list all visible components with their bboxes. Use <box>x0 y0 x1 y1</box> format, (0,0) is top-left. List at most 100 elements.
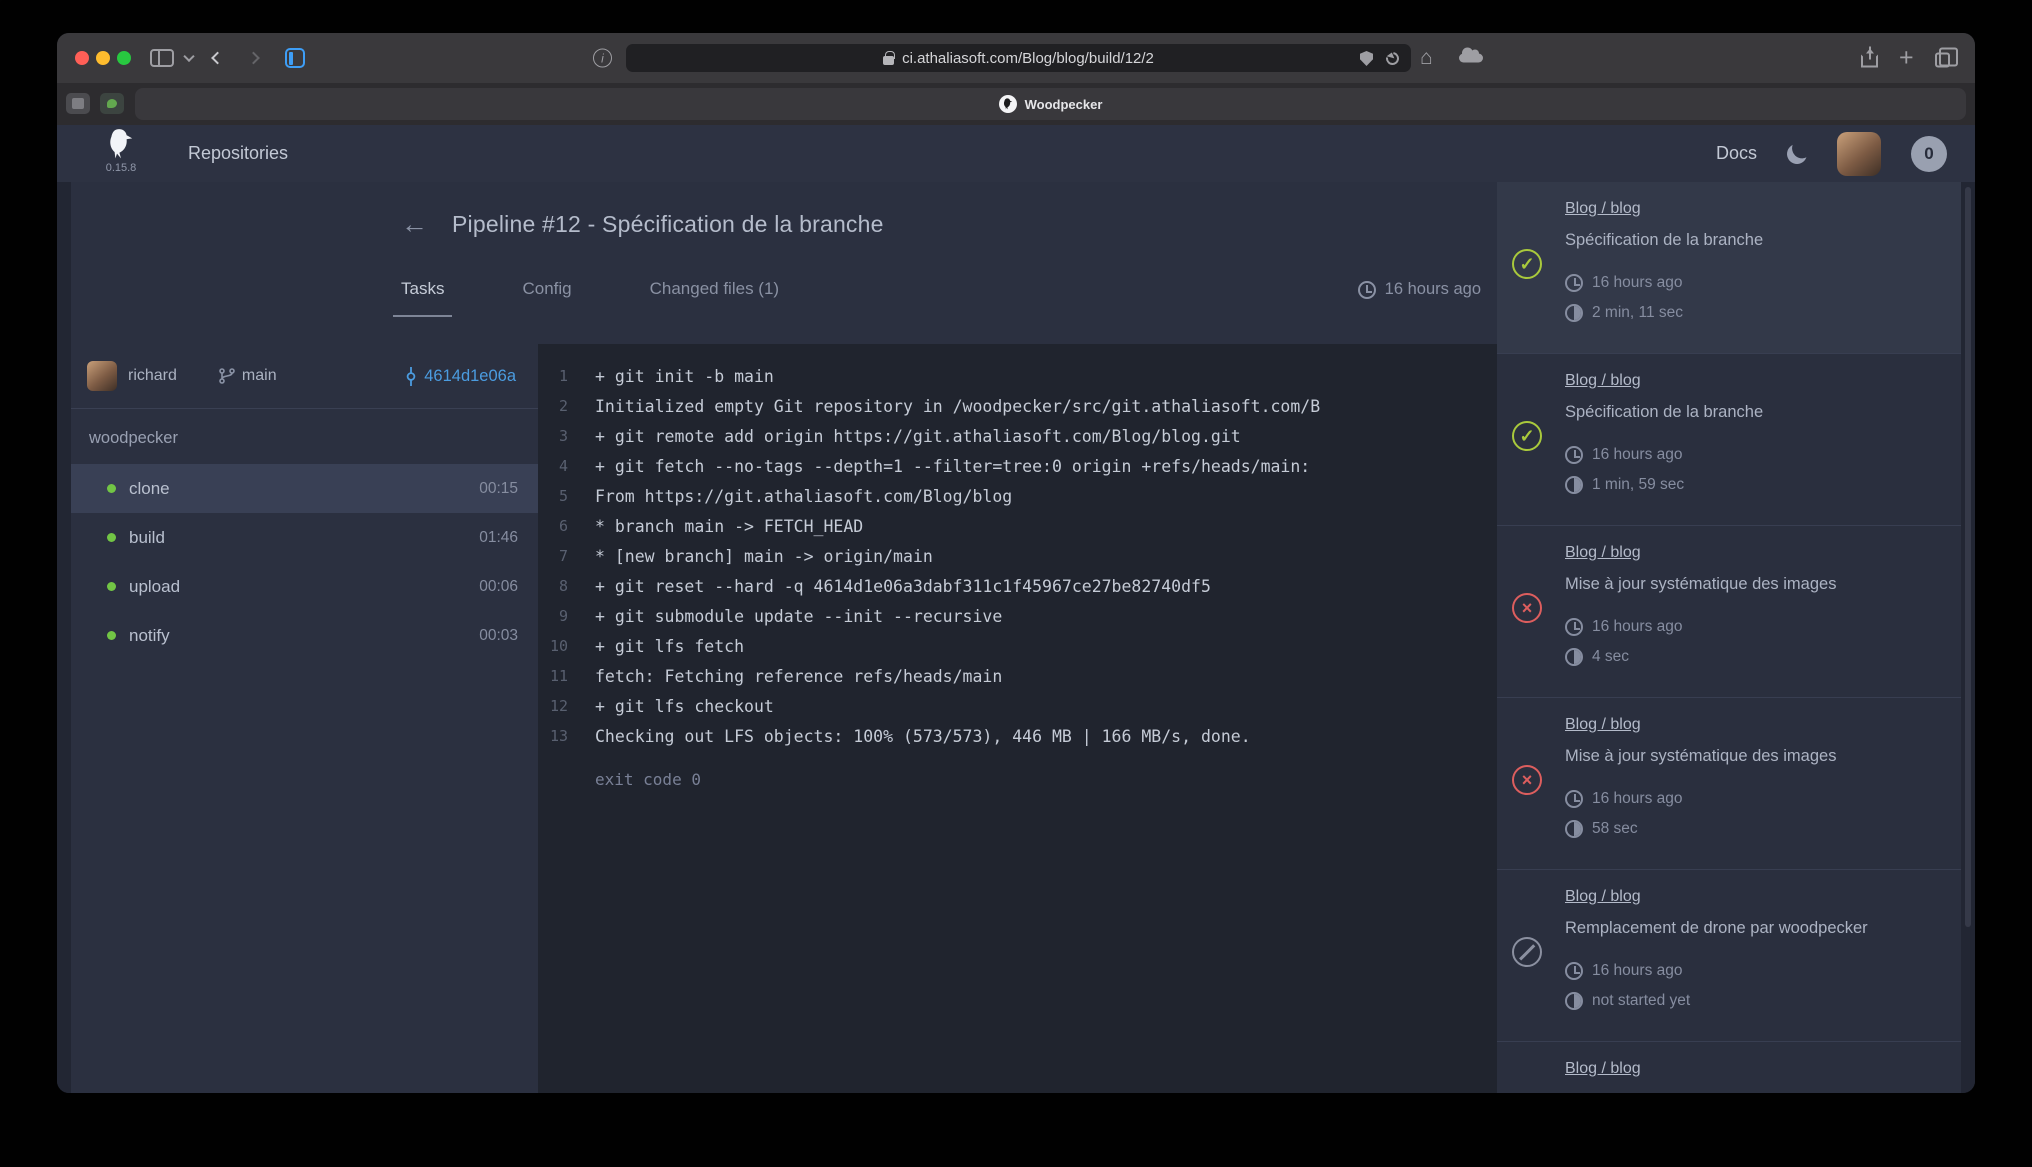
workflow-name: woodpecker <box>71 409 538 464</box>
build-item[interactable]: Blog / blog Remplacement de drone par wo… <box>1497 870 1961 1042</box>
new-tab-button[interactable]: + <box>1899 46 1914 71</box>
pipeline-tabs: Tasks Config Changed files (1) <box>401 276 779 302</box>
log-line: 12 + git lfs checkout <box>538 691 1497 721</box>
user-avatar[interactable] <box>1837 132 1881 176</box>
share-icon[interactable] <box>1861 55 1878 68</box>
back-arrow-icon[interactable]: ← <box>401 211 428 238</box>
build-duration-label: 2 min, 11 sec <box>1592 304 1683 322</box>
home-icon[interactable]: ⌂ <box>1420 46 1433 70</box>
log-line-text: * branch main -> FETCH_HEAD <box>595 517 863 536</box>
author-name: richard <box>128 367 177 385</box>
log-line-number: 2 <box>538 397 568 415</box>
forward-button[interactable] <box>247 52 260 65</box>
build-item[interactable]: × Blog / blog Mise à jour systématique d… <box>1497 526 1961 698</box>
build-info: Blog / blog Spécification de la branche … <box>1565 200 1941 322</box>
pinned-page-icon[interactable] <box>285 48 305 68</box>
step-row[interactable]: build 01:46 <box>71 513 538 562</box>
build-message: Spécification de la branche <box>1565 403 1941 423</box>
log-line: 3 + git remote add origin https://git.at… <box>538 421 1497 451</box>
pipeline-header: ← Pipeline #12 - Spécification de la bra… <box>71 182 1497 344</box>
build-duration-row: 2 min, 11 sec <box>1565 303 1941 322</box>
close-window-button[interactable] <box>75 51 89 65</box>
repo-link[interactable]: Blog / blog <box>1565 1060 1641 1082</box>
back-button[interactable] <box>211 52 224 65</box>
repo-link[interactable]: Blog / blog <box>1565 200 1641 222</box>
log-line: 2 Initialized empty Git repository in /w… <box>538 391 1497 421</box>
repo-link[interactable]: Blog / blog <box>1565 372 1641 394</box>
step-list: clone 00:15 build 01:46 upload <box>71 464 538 660</box>
woodpecker-logo-bird <box>104 128 138 160</box>
pinned-tab-1[interactable] <box>66 93 90 114</box>
author-avatar <box>87 361 117 391</box>
pipeline-tab[interactable]: Config <box>522 276 571 302</box>
commit-link[interactable]: 4614d1e06a <box>404 367 516 386</box>
step-row[interactable]: clone 00:15 <box>71 464 538 513</box>
build-item[interactable]: Blog / blog <box>1497 1042 1961 1093</box>
build-item[interactable]: × Blog / blog Mise à jour systématique d… <box>1497 698 1961 870</box>
build-time-row: 16 hours ago <box>1565 789 1941 808</box>
pipeline-tab[interactable]: Tasks <box>401 276 444 302</box>
step-name: upload <box>129 577 180 597</box>
log-line-number: 3 <box>538 427 568 445</box>
clock-icon <box>1565 790 1583 808</box>
nav-docs-link[interactable]: Docs <box>1716 143 1757 164</box>
woodpecker-logo[interactable]: 0.15.8 <box>95 128 147 174</box>
repo-link[interactable]: Blog / blog <box>1565 544 1641 566</box>
log-panel[interactable]: 1 + git init -b main 2 Initialized empty… <box>538 344 1497 1093</box>
repo-link[interactable]: Blog / blog <box>1565 716 1641 738</box>
reload-icon[interactable] <box>1383 49 1401 67</box>
duration-icon <box>1565 304 1583 322</box>
repo-link[interactable]: Blog / blog <box>1565 888 1641 910</box>
build-duration-label: 58 sec <box>1592 820 1638 838</box>
log-line-number: 10 <box>538 637 568 655</box>
woodpecker-page: 0.15.8 Repositories Docs 0 ← Pipeline #1… <box>57 125 1975 1093</box>
tab-overview-icon[interactable] <box>1935 53 1950 68</box>
build-duration-label: not started yet <box>1592 992 1690 1010</box>
build-info: Blog / blog <box>1565 1060 1941 1093</box>
build-item[interactable]: ✓ Blog / blog Spécification de la branch… <box>1497 182 1961 354</box>
nav-repositories-link[interactable]: Repositories <box>188 125 288 182</box>
tab-title: Woodpecker <box>1025 97 1103 112</box>
build-status-icon <box>1512 937 1542 967</box>
theme-toggle-moon-icon[interactable] <box>1784 140 1811 167</box>
clock-icon <box>1565 446 1583 464</box>
log-line-number: 5 <box>538 487 568 505</box>
pipeline-tab[interactable]: Changed files (1) <box>650 276 779 302</box>
branch-group: main <box>219 367 277 385</box>
page-scrollbar[interactable] <box>1965 187 1971 927</box>
log-line: 13 Checking out LFS objects: 100% (573/5… <box>538 721 1497 751</box>
log-lines: 1 + git init -b main 2 Initialized empty… <box>538 361 1497 751</box>
build-item[interactable]: ✓ Blog / blog Spécification de la branch… <box>1497 354 1961 526</box>
step-duration: 00:06 <box>479 578 518 596</box>
log-line-number: 13 <box>538 727 568 745</box>
duration-icon <box>1565 476 1583 494</box>
woodpecker-favicon <box>999 95 1017 113</box>
address-bar[interactable]: ci.athaliasoft.com/Blog/blog/build/12/2 <box>626 44 1411 72</box>
log-line-text: From https://git.athaliasoft.com/Blog/bl… <box>595 487 1012 506</box>
step-row[interactable]: upload 00:06 <box>71 562 538 611</box>
desktop-background: i ci.athaliasoft.com/Blog/blog/build/12/… <box>0 0 2032 1167</box>
chevron-down-icon[interactable] <box>183 51 194 62</box>
log-line-text: + git init -b main <box>595 367 774 386</box>
woodpecker-favicon-bird <box>1002 98 1014 110</box>
minimize-window-button[interactable] <box>96 51 110 65</box>
duration-icon <box>1565 648 1583 666</box>
sidebar-toggle-icon[interactable] <box>150 49 174 67</box>
browser-tabbar: Woodpecker <box>57 83 1975 125</box>
clock-icon <box>1358 281 1376 299</box>
notification-badge[interactable]: 0 <box>1911 136 1947 172</box>
cloud-icon[interactable] <box>1459 54 1483 63</box>
privacy-shield-icon[interactable] <box>1360 51 1373 66</box>
log-line-number: 1 <box>538 367 568 385</box>
info-icon[interactable]: i <box>593 49 612 68</box>
log-line: 8 + git reset --hard -q 4614d1e06a3dabf3… <box>538 571 1497 601</box>
browser-toolbar: i ci.athaliasoft.com/Blog/blog/build/12/… <box>57 33 1975 83</box>
active-tab[interactable]: Woodpecker <box>135 88 1966 120</box>
build-time-label: 16 hours ago <box>1592 618 1683 636</box>
fullscreen-window-button[interactable] <box>117 51 131 65</box>
step-row[interactable]: notify 00:03 <box>71 611 538 660</box>
build-status-icon: ✓ <box>1512 421 1542 451</box>
log-line-text: + git reset --hard -q 4614d1e06a3dabf311… <box>595 577 1211 596</box>
pinned-tab-2[interactable] <box>100 93 124 114</box>
build-message: Mise à jour systématique des images <box>1565 575 1941 595</box>
